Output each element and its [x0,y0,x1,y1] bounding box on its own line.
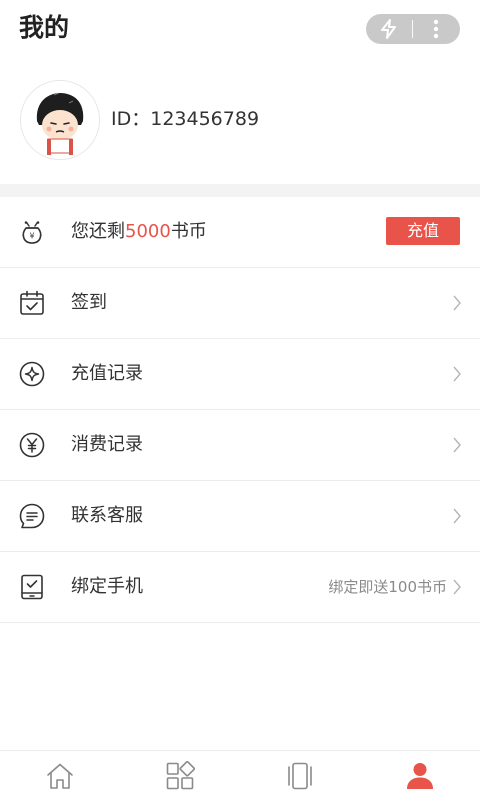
home-icon [47,763,73,789]
menu-item-label: 绑定手机 [71,576,143,597]
cartoon-avatar [21,81,99,159]
tab-profile[interactable] [360,751,480,800]
chevron-right-icon [452,508,462,524]
calendar-check-icon [18,289,46,317]
tab-home[interactable] [0,751,120,800]
menu-item-bind-phone[interactable]: 绑定手机 绑定即送100书币 [0,552,480,623]
menu-item-label: 联系客服 [71,505,143,526]
balance-prefix: 您还剩 [71,221,125,242]
balance-amount: 5000 [125,221,171,242]
avatar[interactable] [20,80,100,160]
user-id: ID：123456789 [111,108,260,130]
balance-label: 您还剩5000书币 [71,219,207,245]
chevron-right-icon [452,366,462,382]
menu-item-label: 签到 [71,292,107,313]
profile-section: ID：123456789 [0,58,480,184]
recharge-button[interactable]: 充值 [386,217,460,245]
balance-suffix: 书币 [170,221,207,242]
menu-item-label: 充值记录 [71,363,143,384]
sparkle-circle-icon [18,360,46,388]
menu-list: ¥ 您还剩5000书币 充值 签到 充值记录 消费记录 联系客服 绑定手机 绑定… [0,197,480,623]
chat-bubble-icon [18,502,46,530]
coin-bag-icon: ¥ [18,218,46,246]
chevron-right-icon [452,295,462,311]
menu-item-label: 消费记录 [71,434,143,455]
balance-row: ¥ 您还剩5000书币 充值 [0,197,480,268]
svg-text:¥: ¥ [29,232,34,241]
chevron-right-icon [452,579,462,595]
page-title: 我的 [19,13,70,42]
menu-item-customer-service[interactable]: 联系客服 [0,481,480,552]
bind-phone-bonus-note: 绑定即送100书币 [328,578,447,596]
lightning-icon[interactable] [366,14,412,44]
category-icon [166,761,195,790]
chevron-right-icon [452,437,462,453]
bookshelf-icon [288,762,312,790]
menu-item-spending-history[interactable]: 消费记录 [0,410,480,481]
tab-category[interactable] [120,751,240,800]
profile-page: 我的 ID：123456789 ¥ 您还剩5000书币 充值 签到 充值记录 消… [0,0,480,800]
more-dots-icon[interactable] [413,14,459,44]
menu-item-recharge-history[interactable]: 充值记录 [0,339,480,410]
user-icon [407,763,433,789]
phone-check-icon [18,573,46,601]
tab-bookshelf[interactable] [240,751,360,800]
capsule-divider [412,20,413,38]
bottom-nav [0,750,480,800]
mini-program-capsule [366,14,460,44]
section-gap [0,184,480,197]
menu-item-checkin[interactable]: 签到 [0,268,480,339]
yen-circle-icon [18,431,46,459]
header: 我的 [0,0,480,58]
